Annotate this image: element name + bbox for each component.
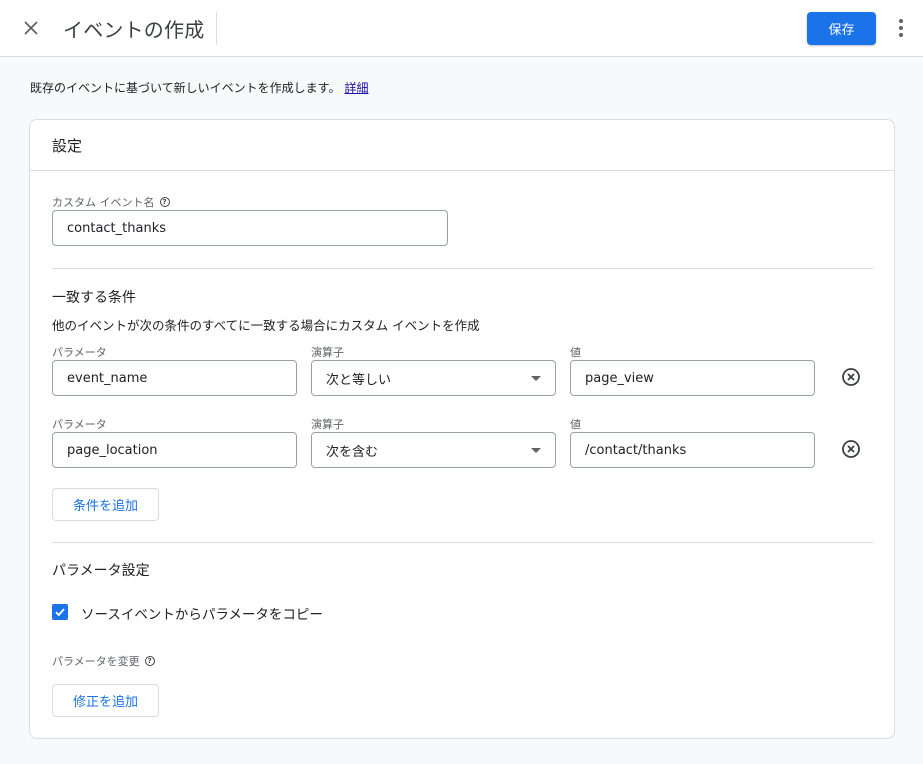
parameter-label: パラメータ bbox=[52, 418, 107, 431]
operator-label: 演算子 bbox=[311, 418, 344, 431]
conditions-title: 一致する条件 bbox=[52, 290, 136, 306]
copy-parameters-label: ソースイベントからパラメータをコピー bbox=[81, 607, 323, 623]
value-label: 値 bbox=[570, 418, 581, 431]
value-field[interactable] bbox=[570, 360, 815, 396]
custom-event-name-label-text: カスタム イベント名 bbox=[52, 196, 155, 209]
add-condition-button[interactable]: 条件を追加 bbox=[52, 488, 159, 521]
value-label: 値 bbox=[570, 346, 581, 359]
top-bar: イベントの作成 保存 bbox=[0, 0, 923, 57]
parameter-field[interactable] bbox=[52, 360, 297, 396]
close-icon[interactable] bbox=[18, 15, 44, 41]
add-modification-button[interactable]: 修正を追加 bbox=[52, 684, 159, 717]
parameter-input[interactable] bbox=[67, 370, 282, 386]
title-divider bbox=[216, 12, 217, 45]
divider bbox=[52, 268, 873, 269]
help-icon[interactable]: ? bbox=[144, 656, 155, 666]
parameter-field[interactable] bbox=[52, 432, 297, 468]
modify-parameters-label-text: パラメータを変更 bbox=[52, 655, 140, 668]
value-input[interactable] bbox=[585, 442, 800, 458]
conditions-description: 他のイベントが次の条件のすべてに一致する場合にカスタム イベントを作成 bbox=[52, 318, 480, 333]
card-title: 設定 bbox=[52, 137, 83, 155]
operator-label: 演算子 bbox=[311, 346, 344, 359]
dropdown-arrow-icon bbox=[531, 375, 541, 381]
learn-more-link[interactable]: 詳細 bbox=[344, 81, 368, 95]
parameter-settings-title: パラメータ設定 bbox=[52, 563, 150, 579]
operator-value: 次と等しい bbox=[326, 372, 392, 388]
card-header: 設定 bbox=[30, 120, 894, 171]
value-input[interactable] bbox=[585, 370, 800, 386]
operator-select[interactable]: 次と等しい bbox=[311, 360, 556, 396]
save-button[interactable]: 保存 bbox=[807, 12, 876, 45]
more-options-icon[interactable] bbox=[891, 16, 911, 40]
value-field[interactable] bbox=[570, 432, 815, 468]
custom-event-name-field[interactable] bbox=[52, 210, 448, 246]
intro-description: 既存のイベントに基づいて新しいイベントを作成します。 bbox=[30, 81, 341, 95]
intro-text: 既存のイベントに基づいて新しいイベントを作成します。 詳細 bbox=[30, 79, 368, 96]
operator-select[interactable]: 次を含む bbox=[311, 432, 556, 468]
modify-parameters-label: パラメータを変更 ? bbox=[52, 653, 155, 669]
remove-condition-icon[interactable] bbox=[840, 438, 862, 460]
operator-value: 次を含む bbox=[326, 444, 379, 460]
page-title: イベントの作成 bbox=[63, 18, 205, 42]
remove-condition-icon[interactable] bbox=[840, 366, 862, 388]
parameter-input[interactable] bbox=[67, 442, 282, 458]
parameter-label: パラメータ bbox=[52, 346, 107, 359]
settings-card: 設定 カスタム イベント名 ? 一致する条件 他のイベントが次の条件のすべてに一… bbox=[29, 119, 895, 739]
dropdown-arrow-icon bbox=[531, 447, 541, 453]
custom-event-name-input[interactable] bbox=[67, 220, 433, 236]
divider bbox=[52, 542, 873, 543]
custom-event-name-label: カスタム イベント名 ? bbox=[52, 194, 170, 210]
copy-parameters-checkbox[interactable] bbox=[52, 604, 68, 620]
help-icon[interactable]: ? bbox=[159, 197, 170, 207]
